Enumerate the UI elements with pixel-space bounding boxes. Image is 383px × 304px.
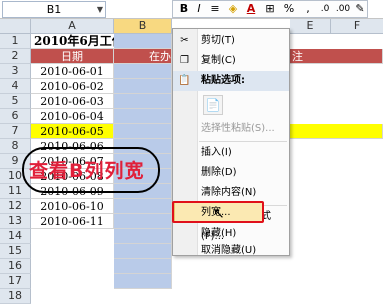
date-cell[interactable]: 2010-06-02 [31, 79, 114, 94]
cell-b[interactable] [114, 64, 172, 79]
cell-b[interactable] [114, 214, 172, 229]
decrease-decimal-icon[interactable]: .00 [335, 2, 351, 16]
row-header[interactable]: 5 [0, 94, 31, 109]
date-cell[interactable]: 2010-06-03 [31, 94, 114, 109]
mouse-cursor-icon: ↖ [213, 206, 225, 222]
name-box-value: B1 [46, 3, 62, 16]
header-date[interactable]: 日期 [31, 49, 114, 64]
row-header[interactable]: 6 [0, 109, 31, 124]
fill-color-icon[interactable]: ◈ [225, 2, 241, 16]
row-header[interactable]: 12 [0, 199, 31, 214]
date-cell[interactable]: 2010-06-05 [31, 124, 114, 139]
name-box[interactable]: B1 ▼ [2, 1, 106, 18]
comma-style-icon[interactable]: , [301, 2, 315, 16]
header-b[interactable]: 在办 [114, 49, 172, 64]
cell-b[interactable] [114, 244, 172, 259]
date-cell[interactable]: 2010-06-11 [31, 214, 114, 229]
row-header[interactable]: 18 [0, 289, 31, 304]
menu-item-copy[interactable]: ❐ 复制(C) [173, 51, 289, 71]
font-color-button[interactable]: A [244, 2, 258, 16]
menu-section-paste-options: 📋 粘贴选项: [173, 71, 289, 91]
menu-item-delete[interactable]: 删除(D) [173, 163, 289, 183]
borders-icon[interactable]: ⊞ [263, 2, 277, 16]
cell-b[interactable] [114, 94, 172, 109]
date-cell[interactable]: 2010-06-10 [31, 199, 114, 214]
date-cell[interactable]: 2010-06-04 [31, 109, 114, 124]
row-header[interactable]: 3 [0, 64, 31, 79]
column-header-e[interactable]: E [290, 19, 331, 34]
row-header[interactable]: 16 [0, 259, 31, 274]
scissors-icon: ✂ [180, 35, 189, 46]
menu-item-clear[interactable]: 清除内容(N) [173, 183, 289, 203]
row-header[interactable]: 8 [0, 139, 31, 154]
date-cell[interactable]: 2010-06-01 [31, 64, 114, 79]
column-header-a[interactable]: A [31, 19, 114, 34]
cell-b[interactable] [114, 79, 172, 94]
row-header[interactable]: 13 [0, 214, 31, 229]
row-header[interactable]: 11 [0, 184, 31, 199]
format-painter-icon[interactable]: ✎ [353, 2, 367, 16]
percent-icon[interactable]: % [281, 2, 297, 16]
paste-icon[interactable]: 📄 [203, 95, 223, 115]
menu-item-cut[interactable]: ✂ 剪切(T) [173, 31, 289, 51]
row-7-highlight[interactable] [290, 124, 383, 139]
column-header-f[interactable]: F [331, 19, 383, 34]
cell-b[interactable] [114, 259, 172, 274]
italic-button[interactable]: I [193, 2, 205, 16]
bold-button[interactable]: B [178, 2, 190, 16]
row-header[interactable]: 15 [0, 244, 31, 259]
menu-item-paste-special[interactable]: 选择性粘贴(S)... [173, 119, 289, 139]
copy-icon: ❐ [180, 55, 189, 66]
cell-b[interactable] [114, 109, 172, 124]
row-header[interactable]: 2 [0, 49, 31, 64]
increase-decimal-icon[interactable]: .0 [317, 2, 333, 16]
select-all-corner[interactable] [0, 19, 31, 34]
menu-separator [199, 141, 287, 142]
column-header-b[interactable]: B [114, 19, 172, 34]
cell-b[interactable] [114, 199, 172, 214]
row-header[interactable]: 7 [0, 124, 31, 139]
annotation-text: 查看B列列宽 [29, 160, 145, 182]
header-e[interactable]: 注 [290, 49, 383, 64]
row-header[interactable]: 4 [0, 79, 31, 94]
menu-item-unhide[interactable]: 取消隐藏(U) [173, 241, 289, 261]
mini-toolbar: B I ≡ ◈ A ⊞ % , .0 .00 ✎ [172, 0, 368, 18]
chevron-down-icon[interactable]: ▼ [97, 2, 103, 17]
row-header[interactable]: 1 [0, 34, 31, 49]
clipboard-icon: 📋 [178, 75, 191, 86]
cell-b1[interactable] [114, 34, 172, 49]
cell-b[interactable] [114, 124, 172, 139]
menu-item-insert[interactable]: 插入(I) [173, 143, 289, 163]
align-center-icon[interactable]: ≡ [208, 2, 222, 16]
row-header[interactable]: 14 [0, 229, 31, 244]
cell-b[interactable] [114, 229, 172, 244]
